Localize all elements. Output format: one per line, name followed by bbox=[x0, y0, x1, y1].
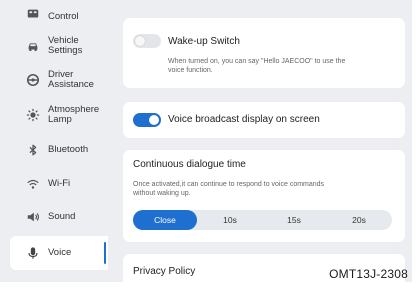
sidebar-item-label: Control bbox=[48, 11, 79, 22]
toggle-knob bbox=[149, 115, 159, 125]
wakeup-switch-title: Wake-up Switch bbox=[168, 36, 240, 47]
dialogue-option-10s[interactable]: 10s bbox=[199, 210, 261, 230]
steering-wheel-icon bbox=[25, 72, 41, 88]
sidebar-item-label: Voice bbox=[48, 247, 72, 258]
dialogue-time-selector: Close 10s 15s 20s bbox=[133, 210, 392, 230]
sidebar-item-voice[interactable]: Voice bbox=[10, 236, 108, 270]
continuous-dialogue-card: Continuous dialogue time Once activated,… bbox=[123, 150, 405, 242]
sidebar-item-label: Bluetooth bbox=[48, 144, 89, 155]
sidebar-item-label: Atmosphere Lamp bbox=[48, 104, 100, 125]
figure-code: OMT13J-2308 bbox=[329, 267, 408, 281]
dialogue-option-20s[interactable]: 20s bbox=[327, 210, 391, 230]
sidebar-item-sound[interactable]: Sound bbox=[0, 207, 108, 227]
sidebar-item-label: Vehicle Settings bbox=[48, 35, 83, 56]
dialogue-option-15s[interactable]: 15s bbox=[263, 210, 325, 230]
sidebar-item-wifi[interactable]: Wi-Fi bbox=[0, 174, 108, 194]
speaker-icon bbox=[25, 209, 41, 225]
sidebar-item-bluetooth[interactable]: Bluetooth bbox=[0, 140, 108, 160]
sidebar-item-label: Sound bbox=[48, 211, 76, 222]
microphone-icon bbox=[25, 245, 41, 261]
wakeup-switch-description: When turned on, you can say "Hello JAECO… bbox=[168, 58, 346, 74]
wakeup-switch-card: Wake-up Switch When turned on, you can s… bbox=[123, 18, 405, 88]
settings-screen: Control Vehicle Settings Driver Assistan… bbox=[0, 0, 412, 282]
car-icon bbox=[25, 38, 41, 54]
control-icon bbox=[25, 6, 41, 22]
privacy-policy-title: Privacy Policy bbox=[133, 266, 196, 277]
sidebar-item-atmosphere-lamp[interactable]: Atmosphere Lamp bbox=[0, 101, 108, 129]
lamp-icon bbox=[25, 107, 41, 123]
toggle-knob bbox=[135, 36, 145, 46]
continuous-dialogue-title: Continuous dialogue time bbox=[133, 159, 246, 170]
continuous-dialogue-description: Once activated,it can continue to respon… bbox=[133, 181, 325, 197]
settings-sidebar: Control Vehicle Settings Driver Assistan… bbox=[0, 0, 108, 282]
sidebar-item-vehicle-settings[interactable]: Vehicle Settings bbox=[0, 33, 108, 59]
dialogue-option-close[interactable]: Close bbox=[133, 210, 197, 230]
voice-broadcast-title: Voice broadcast display on screen bbox=[168, 114, 320, 125]
wifi-icon bbox=[25, 176, 41, 192]
voice-broadcast-toggle[interactable] bbox=[133, 113, 161, 127]
wakeup-switch-toggle[interactable] bbox=[133, 34, 161, 48]
sidebar-item-control[interactable]: Control bbox=[0, 6, 108, 26]
voice-broadcast-card: Voice broadcast display on screen bbox=[123, 102, 405, 138]
sidebar-item-label: Wi-Fi bbox=[48, 178, 71, 189]
bluetooth-icon bbox=[25, 142, 41, 158]
sidebar-item-label: Driver Assistance bbox=[48, 69, 94, 90]
sidebar-item-driver-assistance[interactable]: Driver Assistance bbox=[0, 67, 108, 93]
